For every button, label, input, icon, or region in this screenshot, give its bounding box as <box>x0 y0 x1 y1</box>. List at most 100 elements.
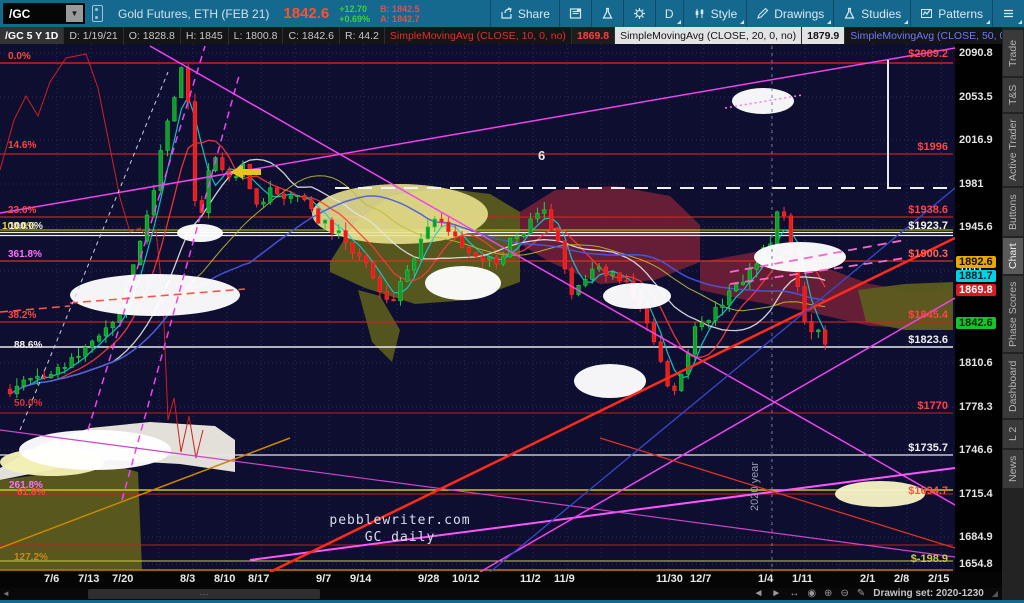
price-target-label: $1770 <box>838 400 948 412</box>
price-axis-tick: 1981 <box>959 178 983 190</box>
price-change: +12.70 +0.69% <box>339 4 370 24</box>
pan-right-icon[interactable]: ► <box>771 588 781 600</box>
settings-button[interactable] <box>623 0 655 27</box>
price-axis-tick: 1684.9 <box>959 531 993 543</box>
nav-icon-group: ◄ ► ↔ ◉ ⊕ ⊖ ✎ <box>754 588 866 600</box>
pencil-icon <box>756 7 769 20</box>
studies-button[interactable]: Studies <box>833 0 910 27</box>
notes-button[interactable] <box>559 0 591 27</box>
price-target-label: $1938.6 <box>838 204 948 216</box>
price-axis-tick: 2090.8 <box>959 47 993 59</box>
time-axis[interactable]: 7/67/137/208/38/108/179/79/149/2810/1211… <box>0 572 1002 588</box>
price-axis-tick: 1810.6 <box>959 357 993 369</box>
share-button[interactable]: Share <box>490 0 559 27</box>
sidebar-tab-l-2[interactable]: L 2 <box>1003 420 1023 448</box>
fib-level-label: 88.6% <box>14 340 42 351</box>
draw-icon[interactable]: ✎ <box>857 588 865 600</box>
symbol-dropdown-icon[interactable]: ▼ <box>66 5 83 22</box>
sidebar-tab-t-s[interactable]: T&S <box>1003 78 1023 112</box>
time-axis-tick: 7/6 <box>44 573 59 585</box>
fib-level-label: 14.6% <box>8 140 36 151</box>
price-axis-tick: 1715.4 <box>959 488 993 500</box>
price-axis-tick: 1654.8 <box>959 558 993 570</box>
chart-nav-controls: ◄►↔◉⊕⊖✎ Drawing set: 2020-1230 ◢ <box>754 588 999 600</box>
symbol-input[interactable]: /GC ▼ <box>3 3 85 24</box>
chart-header: /GC 5 Y 1D D: 1/19/21O: 1828.8H: 1845L: … <box>0 27 1002 44</box>
pan-left-icon[interactable]: ◄ <box>754 588 764 600</box>
zoom-out-icon[interactable]: ⊖ <box>840 588 848 600</box>
timeframe-button[interactable]: D <box>655 0 683 27</box>
symbol-timeframe[interactable]: /GC 5 Y 1D <box>0 27 64 44</box>
ohlc-field: H: 1845 <box>181 27 229 44</box>
price-target-label: $1735.7 <box>838 442 948 454</box>
time-axis-tick: 2/1 <box>860 573 875 585</box>
study-sma50-label[interactable]: SimpleMovingAvg (CLOSE, 50, 0,... <box>845 27 1002 44</box>
scrollbar-handle[interactable]: ⋯ <box>88 589 320 599</box>
symbol-value[interactable]: /GC <box>3 7 66 21</box>
quick-study-button[interactable] <box>591 0 623 27</box>
study-sma10-value: 1869.8 <box>572 27 615 44</box>
sidebar-tab-trade[interactable]: Trade <box>1003 30 1023 76</box>
study-sma20-value: 1879.9 <box>802 27 845 44</box>
study-sma10-label[interactable]: SimpleMovingAvg (CLOSE, 10, 0, no) <box>385 27 572 44</box>
chart-canvas[interactable]: 0.0%14.6%23.6%100.0%100.0%361.8%38.2%88.… <box>0 44 955 572</box>
watermark-line1: pebblewriter.com <box>295 513 505 528</box>
drawing-set-button[interactable]: Drawing set: 2020-1230 <box>873 588 984 600</box>
reset-view-icon[interactable]: ◉ <box>807 588 816 600</box>
drawings-button[interactable]: Drawings <box>746 0 833 27</box>
ohlc-field: R: 44.2 <box>340 27 385 44</box>
sidebar-tab-active-trader[interactable]: Active Trader <box>1003 114 1023 186</box>
fib-level-label: 361.8% <box>8 249 42 260</box>
ohlc-field: D: 1/19/21 <box>64 27 123 44</box>
scroll-back-icon[interactable]: ◄ <box>2 589 10 599</box>
time-axis-tick: 11/30 <box>656 573 683 585</box>
price-target-label: $2089.2 <box>838 48 948 60</box>
chart-plot-svg[interactable] <box>0 44 955 572</box>
gear-icon <box>633 7 646 20</box>
price-target-label: $1845.4 <box>838 309 948 321</box>
price-axis[interactable]: 2090.82053.52016.919811945.619111810.617… <box>955 44 1002 572</box>
ohlc-field: L: 1800.8 <box>229 27 284 44</box>
time-axis-tick: 8/3 <box>180 573 195 585</box>
chart-scroll-row: ◄ ⋯ ◄►↔◉⊕⊖✎ Drawing set: 2020-1230 ◢ <box>0 588 1002 600</box>
price-bubble: 1842.6 <box>956 317 996 329</box>
time-axis-tick: 7/13 <box>78 573 99 585</box>
fib-level-label: 23.6% <box>8 205 36 216</box>
time-axis-tick: 7/20 <box>112 573 133 585</box>
ohlc-field: C: 1842.6 <box>283 27 340 44</box>
time-axis-tick: 1/4 <box>758 573 773 585</box>
sidebar-tab-phase-scores[interactable]: Phase Scores <box>1003 276 1023 352</box>
study-sma20-label[interactable]: SimpleMovingAvg (CLOSE, 20, 0, no) <box>615 27 802 44</box>
price-target-label: $1823.6 <box>838 334 948 346</box>
ohlc-field: O: 1828.8 <box>124 27 181 44</box>
bid-ask: B: 1842.5 A: 1842.7 <box>380 4 420 24</box>
change-value: +12.70 <box>339 4 367 14</box>
zoom-in-icon[interactable]: ⊕ <box>824 588 832 600</box>
flask-icon <box>843 7 856 20</box>
price-target-label: $1996 <box>838 141 948 153</box>
link-icon[interactable] <box>92 5 103 22</box>
price-bubble: 1881.7 <box>956 270 996 282</box>
time-axis-tick: 9/7 <box>316 573 331 585</box>
patterns-button[interactable]: Patterns <box>910 0 992 27</box>
pan-horizontal-icon[interactable]: ↔ <box>789 588 799 600</box>
sidebar-tab-buttons[interactable]: Buttons <box>1003 188 1023 236</box>
sidebar-tab-news[interactable]: News <box>1003 450 1023 488</box>
style-button[interactable]: Style <box>683 0 747 27</box>
scrollbar-grip: ⋯ <box>200 590 209 599</box>
time-axis-tick: 9/14 <box>350 573 371 585</box>
chart-menu-button[interactable] <box>992 0 1024 27</box>
bid-value: B: 1842.5 <box>380 4 420 14</box>
fib-level-label: 0.0% <box>8 51 31 62</box>
menu-list-icon <box>1002 7 1015 20</box>
wave-count-label: 6 <box>538 148 545 163</box>
price-axis-tick: 1778.3 <box>959 401 993 413</box>
sidebar-tab-chart[interactable]: Chart <box>1003 238 1023 274</box>
price-axis-tick: 1945.6 <box>959 221 993 233</box>
patterns-icon <box>920 7 933 20</box>
time-axis-tick: 10/12 <box>452 573 480 585</box>
sidebar-tab-dashboard[interactable]: Dashboard <box>1003 354 1023 418</box>
fib-level-label: 38.2% <box>8 310 36 321</box>
time-axis-tick: 11/2 <box>520 573 541 585</box>
ask-value: A: 1842.7 <box>380 14 420 24</box>
